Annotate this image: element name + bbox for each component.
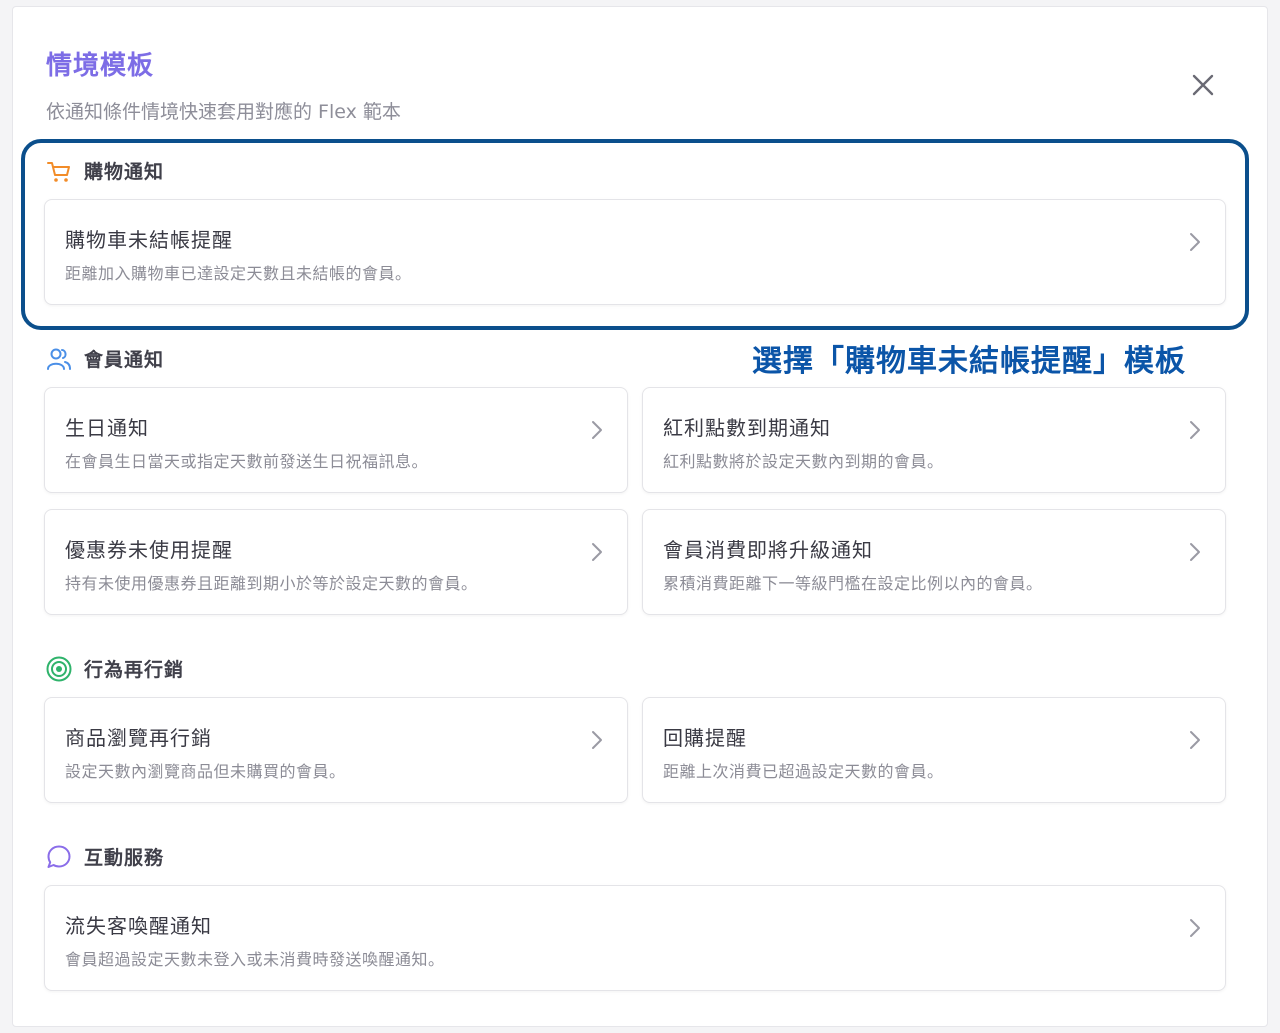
card-repurchase-reminder[interactable]: 回購提醒 距離上次消費已超過設定天數的會員。 (642, 697, 1226, 803)
card-title: 回購提醒 (663, 726, 747, 750)
card-title: 會員消費即將升級通知 (663, 538, 873, 562)
chat-bubble-icon (46, 844, 72, 870)
section-remarketing: 行為再行銷 (46, 655, 184, 682)
card-churn-winback[interactable]: 流失客喚醒通知 會員超過設定天數未登入或未消費時發送喚醒通知。 (44, 885, 1226, 991)
chevron-right-icon (589, 728, 605, 752)
card-desc: 設定天數內瀏覽商品但未購買的會員。 (65, 762, 346, 781)
chevron-right-icon (589, 540, 605, 564)
card-desc: 累積消費距離下一等級門檻在設定比例以內的會員。 (663, 574, 1043, 593)
modal-subtitle: 依通知條件情境快速套用對應的 Flex 範本 (46, 101, 401, 123)
annotation-label: 選擇「購物車未結帳提醒」模板 (752, 344, 1186, 379)
card-points-expiry[interactable]: 紅利點數到期通知 紅利點數將於設定天數內到期的會員。 (642, 387, 1226, 493)
target-icon (46, 656, 72, 682)
card-title: 紅利點數到期通知 (663, 416, 831, 440)
card-title: 商品瀏覽再行銷 (65, 726, 212, 750)
card-title: 生日通知 (65, 416, 149, 440)
card-cart-reminder[interactable]: 購物車未結帳提醒 距離加入購物車已達設定天數且未結帳的會員。 (44, 199, 1226, 305)
card-desc: 會員超過設定天數未登入或未消費時發送喚醒通知。 (65, 950, 445, 969)
card-birthday[interactable]: 生日通知 在會員生日當天或指定天數前發送生日祝福訊息。 (44, 387, 628, 493)
close-icon (1192, 74, 1214, 96)
section-label: 購物通知 (84, 161, 165, 183)
card-title: 購物車未結帳提醒 (65, 228, 233, 252)
card-browse-remarketing[interactable]: 商品瀏覽再行銷 設定天數內瀏覽商品但未購買的會員。 (44, 697, 628, 803)
section-label: 會員通知 (84, 349, 165, 371)
card-desc: 紅利點數將於設定天數內到期的會員。 (663, 452, 944, 471)
card-title: 優惠券未使用提醒 (65, 538, 233, 562)
modal-title: 情境模板 (46, 51, 155, 81)
card-tier-upgrade[interactable]: 會員消費即將升級通知 累積消費距離下一等級門檻在設定比例以內的會員。 (642, 509, 1226, 615)
card-coupon-reminder[interactable]: 優惠券未使用提醒 持有未使用優惠券且距離到期小於等於設定天數的會員。 (44, 509, 628, 615)
close-button[interactable] (1185, 67, 1221, 103)
card-desc: 在會員生日當天或指定天數前發送生日祝福訊息。 (65, 452, 429, 471)
section-interaction: 互動服務 (46, 843, 164, 870)
chevron-right-icon (1187, 230, 1203, 254)
card-desc: 距離上次消費已超過設定天數的會員。 (663, 762, 944, 781)
section-shopping: 購物通知 (46, 157, 164, 184)
shopping-cart-icon (46, 158, 72, 184)
users-icon (46, 346, 72, 372)
chevron-right-icon (589, 418, 605, 442)
section-label: 行為再行銷 (84, 659, 185, 681)
chevron-right-icon (1187, 916, 1203, 940)
chevron-right-icon (1187, 728, 1203, 752)
chevron-right-icon (1187, 418, 1203, 442)
card-desc: 距離加入購物車已達設定天數且未結帳的會員。 (65, 264, 412, 283)
template-modal: 情境模板 依通知條件情境快速套用對應的 Flex 範本 購物通知 購物車未結帳提… (12, 6, 1268, 1027)
card-desc: 持有未使用優惠券且距離到期小於等於設定天數的會員。 (65, 574, 478, 593)
section-label: 互動服務 (84, 847, 165, 869)
chevron-right-icon (1187, 540, 1203, 564)
section-member: 會員通知 (46, 345, 164, 372)
card-title: 流失客喚醒通知 (65, 914, 212, 938)
